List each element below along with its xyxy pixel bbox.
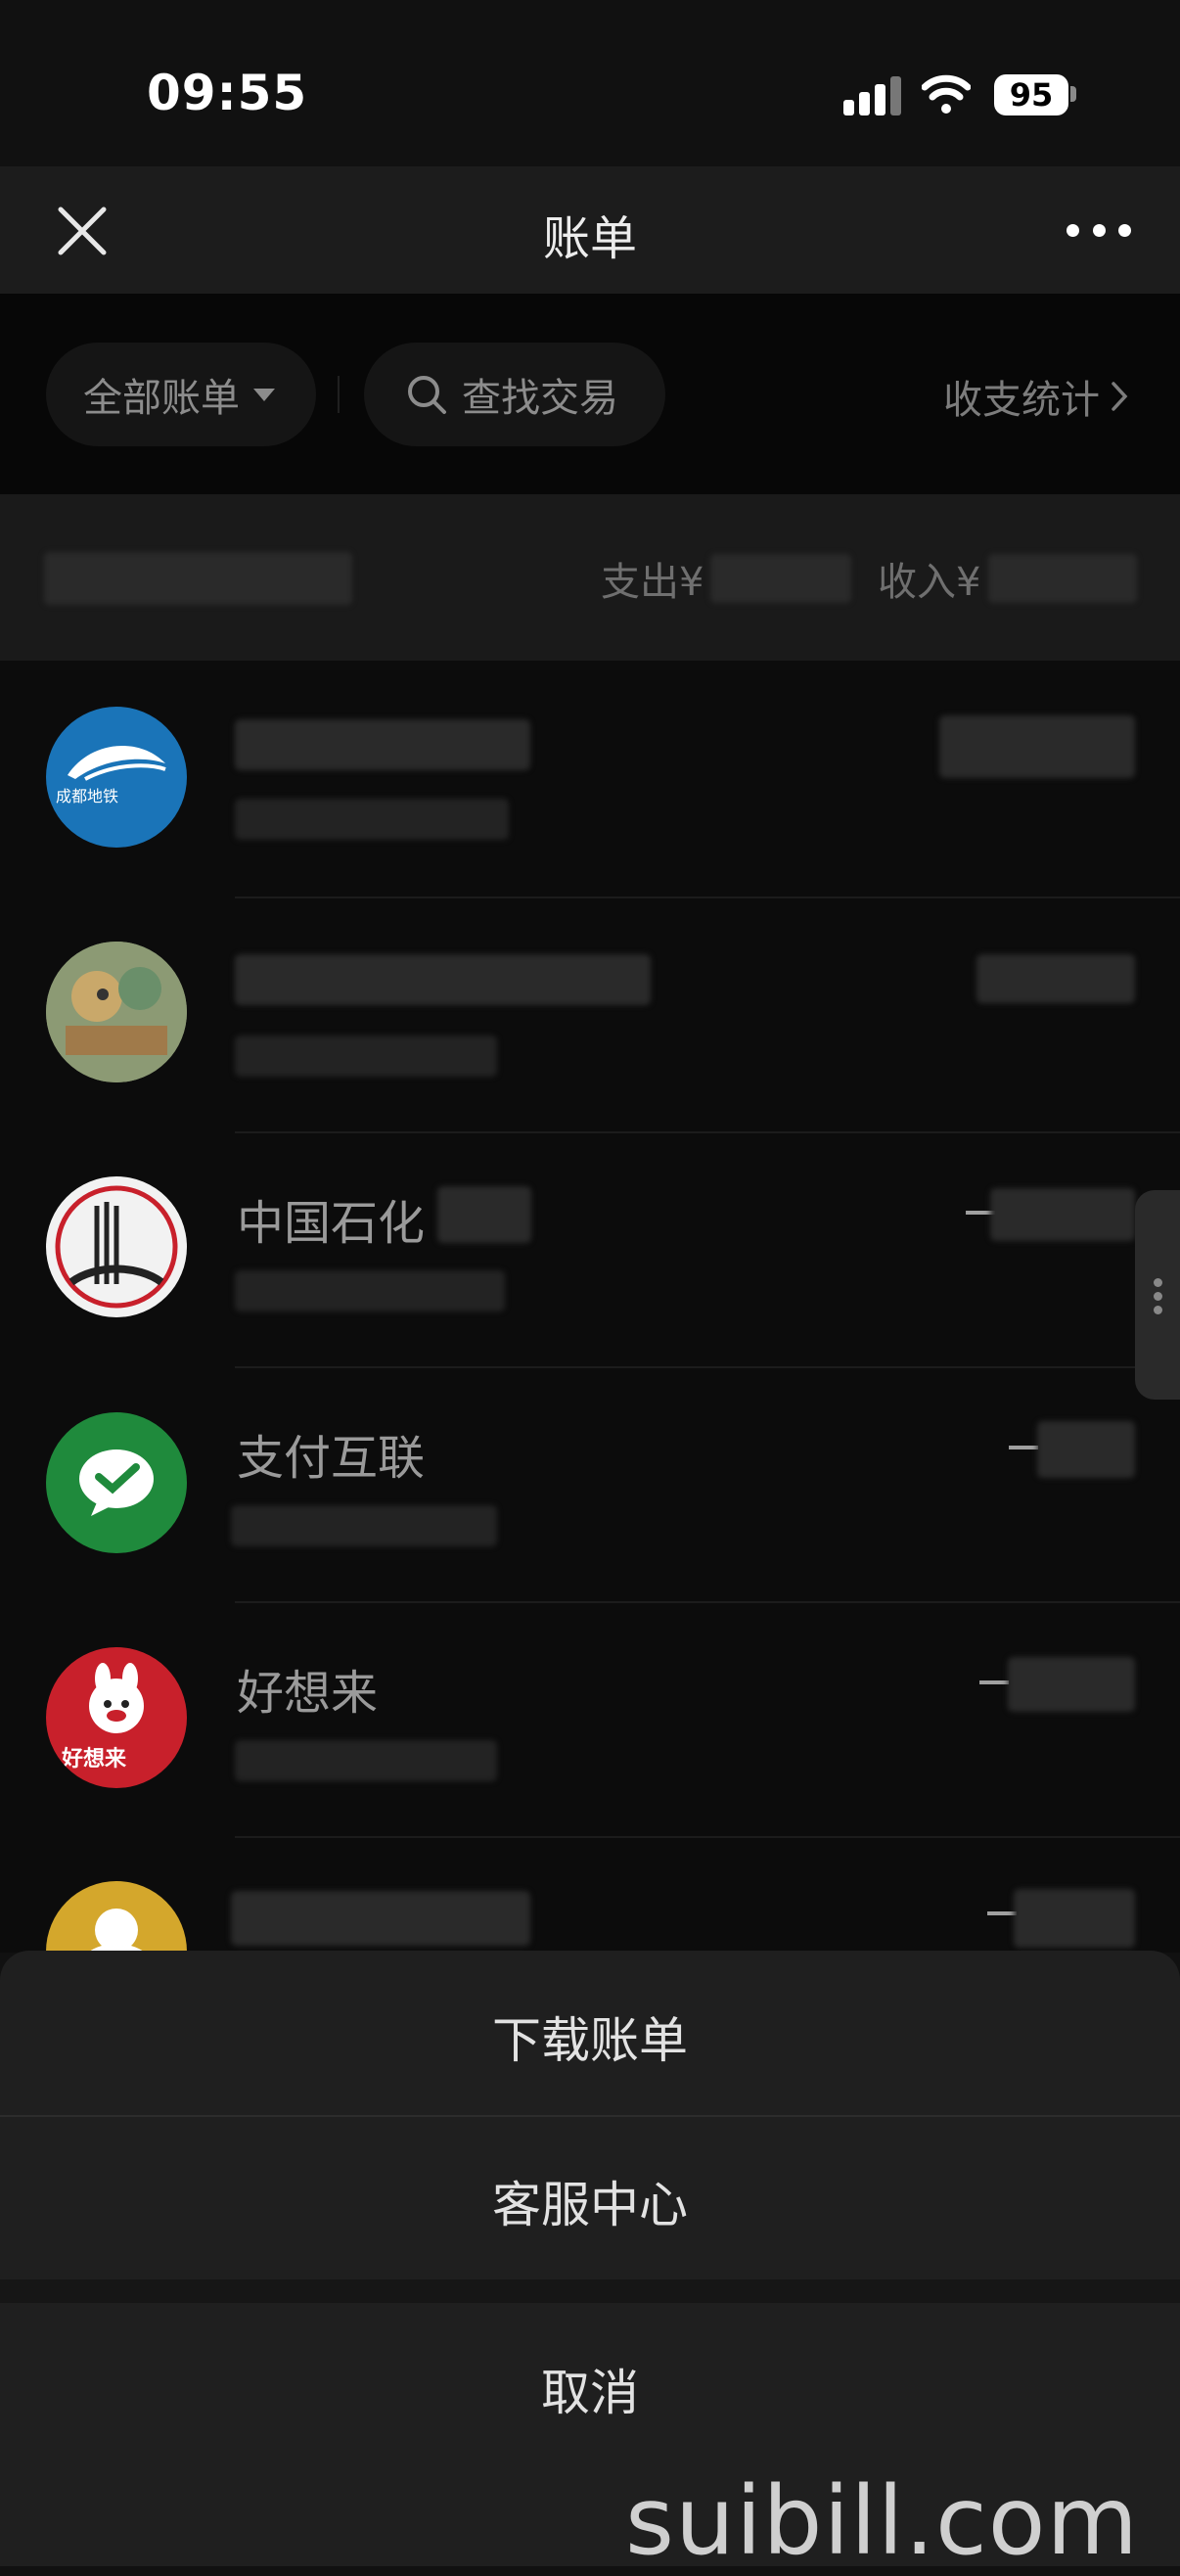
status-time: 09:55 bbox=[147, 65, 308, 121]
redacted-amount bbox=[990, 1188, 1135, 1241]
battery-icon: 95 bbox=[994, 74, 1068, 115]
cellular-signal-icon bbox=[843, 76, 902, 115]
caret-down-icon bbox=[253, 388, 275, 401]
metro-emblem bbox=[68, 745, 166, 781]
chevron-right-icon bbox=[1112, 382, 1128, 411]
dot-icon bbox=[1067, 223, 1079, 237]
redacted-month bbox=[44, 552, 352, 605]
row-divider bbox=[235, 1601, 1180, 1603]
sinopec-emblem bbox=[55, 1185, 178, 1309]
search-transactions-button[interactable]: 查找交易 bbox=[364, 343, 665, 446]
sheet-gap bbox=[0, 2279, 1180, 2303]
metro-logo-text: 成都地铁 bbox=[56, 787, 119, 805]
merchant-name: 好想来 bbox=[237, 1666, 379, 1721]
row-divider bbox=[235, 897, 1180, 898]
redacted-merchant bbox=[231, 1891, 530, 1946]
merchant-name: 中国石化 bbox=[237, 1196, 426, 1251]
redacted-detail bbox=[235, 799, 509, 840]
all-bills-label: 全部账单 bbox=[83, 376, 240, 421]
redacted-income bbox=[988, 554, 1137, 603]
cancel-button[interactable]: 取消 bbox=[0, 2354, 1180, 2424]
wechat-pay-logo-icon[interactable] bbox=[46, 1412, 187, 1553]
row-divider bbox=[235, 1366, 1180, 1368]
cartoon-emblem bbox=[46, 942, 187, 1082]
redacted-detail bbox=[235, 1035, 497, 1077]
redacted-amount bbox=[939, 715, 1135, 778]
redacted-detail bbox=[235, 1740, 497, 1781]
row-divider bbox=[235, 1836, 1180, 1838]
metro-logo-icon[interactable]: 成都地铁 bbox=[46, 707, 187, 848]
redacted-expense bbox=[710, 554, 851, 603]
battery-tip bbox=[1070, 86, 1076, 102]
expense-label: 支出¥ bbox=[601, 560, 704, 605]
watermark: suibill.com bbox=[624, 2466, 1139, 2576]
dot-icon bbox=[1092, 223, 1106, 237]
wechat-emblem bbox=[79, 1449, 154, 1516]
wifi-icon bbox=[922, 74, 971, 114]
more-options-button[interactable] bbox=[1067, 217, 1131, 243]
redacted-merchant-suffix bbox=[437, 1186, 531, 1243]
floating-side-handle[interactable] bbox=[1135, 1190, 1180, 1400]
page-title: 账单 bbox=[542, 211, 637, 266]
haoxianglai-logo-text: 好想来 bbox=[62, 1747, 127, 1771]
dot-icon bbox=[1118, 223, 1131, 237]
row-divider bbox=[235, 1131, 1180, 1133]
sinopec-logo-icon[interactable] bbox=[46, 1176, 187, 1317]
redacted-amount bbox=[1037, 1421, 1135, 1478]
customer-service-button[interactable]: 客服中心 bbox=[0, 2166, 1180, 2236]
cartoon-avatar-icon[interactable] bbox=[46, 942, 187, 1082]
redacted-detail bbox=[235, 1270, 505, 1311]
transaction-list bbox=[0, 661, 1180, 1953]
income-label: 收入¥ bbox=[878, 560, 981, 605]
redacted-merchant bbox=[235, 954, 651, 1005]
sheet-divider bbox=[0, 2115, 1180, 2117]
stats-link-label: 收支统计 bbox=[943, 378, 1100, 423]
redacted-amount bbox=[1008, 1657, 1135, 1712]
all-bills-dropdown[interactable]: 全部账单 bbox=[46, 343, 316, 446]
redacted-amount bbox=[976, 954, 1135, 1003]
stats-link[interactable]: 收支统计 bbox=[943, 368, 1129, 425]
haoxianglai-logo-icon[interactable]: 好想来 bbox=[46, 1647, 187, 1788]
download-bill-button[interactable]: 下载账单 bbox=[0, 2001, 1180, 2072]
search-icon bbox=[408, 376, 446, 414]
redacted-detail bbox=[231, 1505, 497, 1546]
redacted-amount bbox=[1014, 1889, 1135, 1948]
search-label: 查找交易 bbox=[462, 376, 618, 421]
redacted-merchant bbox=[235, 719, 530, 770]
divider bbox=[338, 376, 340, 413]
merchant-name: 支付互联 bbox=[237, 1431, 426, 1486]
